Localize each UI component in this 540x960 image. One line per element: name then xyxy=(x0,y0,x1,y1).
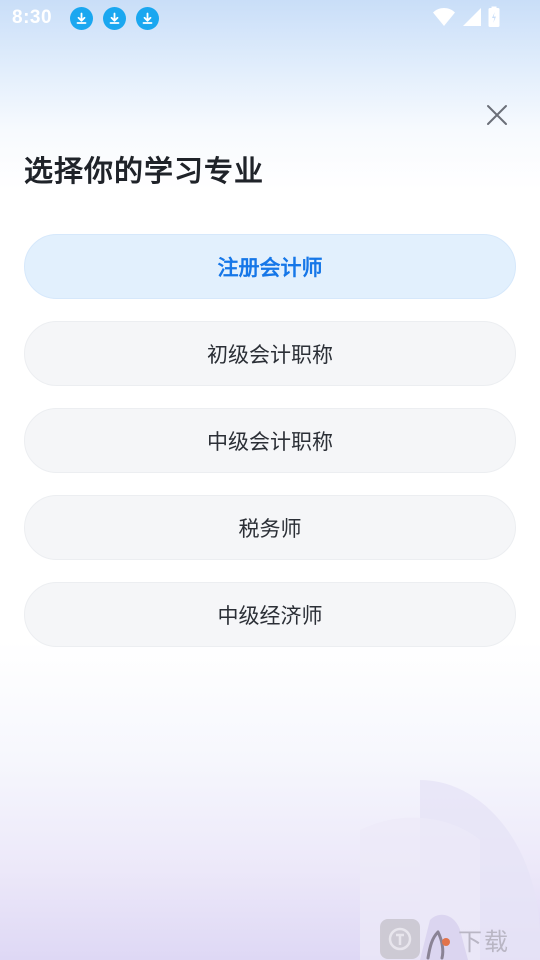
status-time: 8:30 xyxy=(12,7,53,28)
download-icon xyxy=(103,6,127,30)
option-cpa[interactable]: 注册会计师 xyxy=(24,234,516,299)
notification-icons xyxy=(60,6,160,30)
watermark-text: 下载 xyxy=(458,927,510,956)
option-junior-accountant[interactable]: 初级会计职称 xyxy=(24,321,516,386)
option-intermediate-economist[interactable]: 中级经济师 xyxy=(24,582,516,647)
download-icon xyxy=(136,6,160,30)
close-icon xyxy=(487,105,507,125)
status-bar: 8:30 xyxy=(0,0,540,36)
wifi-icon xyxy=(433,8,455,26)
close-button[interactable] xyxy=(484,102,510,128)
download-icon xyxy=(70,6,94,30)
figure-icon xyxy=(426,930,450,960)
page-title: 选择你的学习专业 xyxy=(24,154,265,188)
battery-icon xyxy=(488,6,500,27)
signal-icon xyxy=(463,8,481,26)
specialty-options: 注册会计师 初级会计职称 中级会计职称 税务师 中级经济师 xyxy=(24,234,516,669)
option-intermediate-accountant[interactable]: 中级会计职称 xyxy=(24,408,516,473)
watermark: 下载 xyxy=(380,918,540,960)
watermark-logo xyxy=(380,919,420,959)
status-right-icons xyxy=(426,6,500,28)
option-tax-advisor[interactable]: 税务师 xyxy=(24,495,516,560)
